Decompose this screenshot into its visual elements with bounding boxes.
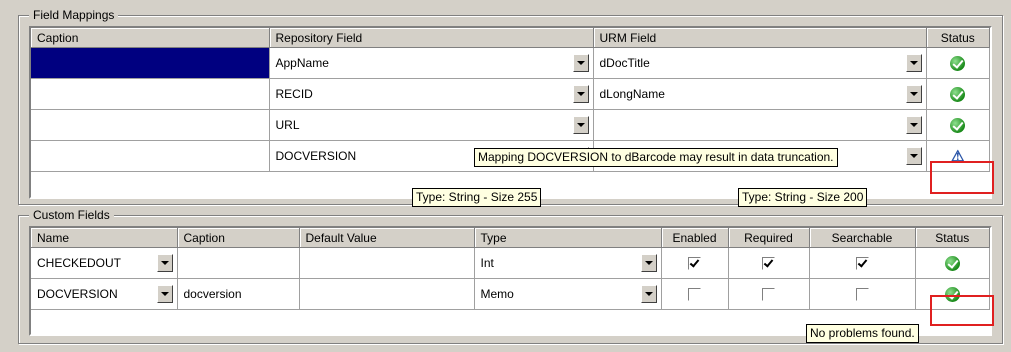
custom-fields-header: Name Caption Default Value Type Enabled … bbox=[31, 228, 990, 248]
name-cell[interactable]: CHECKEDOUT bbox=[31, 247, 178, 279]
type-cell[interactable]: Int bbox=[474, 247, 662, 279]
urm-field-value: dLongName bbox=[599, 87, 665, 101]
ok-icon bbox=[950, 55, 966, 71]
required-checkbox[interactable] bbox=[762, 257, 775, 271]
dropdown-arrow-icon[interactable] bbox=[640, 254, 657, 272]
enabled-cell bbox=[661, 278, 729, 310]
field-mappings-header: Caption Repository Field URM Field Statu… bbox=[31, 28, 990, 48]
status-cell bbox=[926, 78, 990, 110]
urm-field-cell[interactable]: dLongName bbox=[593, 78, 927, 110]
required-cell bbox=[728, 278, 810, 310]
enabled-cell bbox=[661, 247, 729, 279]
default-value-cell[interactable] bbox=[299, 247, 475, 279]
col-default-value[interactable]: Default Value bbox=[299, 228, 475, 248]
col-enabled[interactable]: Enabled bbox=[661, 228, 729, 248]
repository-field-value: AppName bbox=[275, 56, 329, 70]
dropdown-arrow-icon[interactable] bbox=[905, 116, 922, 134]
field-mappings-grid: Caption Repository Field URM Field Statu… bbox=[29, 26, 992, 199]
enabled-checkbox[interactable] bbox=[688, 257, 701, 271]
urm-field-cell[interactable]: dDocTitle bbox=[593, 47, 927, 79]
urm-type-tooltip: Type: String - Size 200 bbox=[738, 188, 868, 207]
dropdown-arrow-icon[interactable] bbox=[156, 254, 173, 272]
searchable-checkbox[interactable] bbox=[855, 288, 869, 302]
repository-field-value: URL bbox=[275, 118, 300, 132]
col-caption[interactable]: Caption bbox=[31, 28, 270, 48]
col-status[interactable]: Status bbox=[926, 28, 990, 48]
type-cell[interactable]: Memo bbox=[474, 278, 662, 310]
col-status[interactable]: Status bbox=[915, 228, 990, 248]
urm-field-value: dDocTitle bbox=[599, 56, 650, 70]
dropdown-arrow-icon[interactable] bbox=[572, 116, 589, 134]
field-mappings-group: Field Mappings Caption Repository Field … bbox=[18, 8, 1003, 205]
urm-field-cell[interactable] bbox=[593, 109, 927, 141]
custom-fields-grid: Name Caption Default Value Type Enabled … bbox=[29, 226, 992, 336]
caption-cell[interactable] bbox=[31, 47, 270, 79]
dropdown-arrow-icon[interactable] bbox=[905, 54, 922, 72]
repository-field-cell[interactable]: URL bbox=[269, 109, 594, 141]
col-repository-field[interactable]: Repository Field bbox=[269, 28, 594, 48]
table-row[interactable]: CHECKEDOUT Int bbox=[31, 247, 990, 279]
repository-field-value: DOCVERSION bbox=[275, 149, 357, 163]
table-row[interactable]: DOCVERSION docversion Memo bbox=[31, 278, 990, 310]
name-value: DOCVERSION bbox=[37, 287, 118, 301]
dropdown-arrow-icon[interactable] bbox=[156, 285, 173, 303]
dropdown-arrow-icon[interactable] bbox=[640, 285, 657, 303]
ok-icon bbox=[950, 86, 966, 102]
table-row[interactable]: RECID dLongName bbox=[31, 78, 990, 110]
col-required[interactable]: Required bbox=[728, 228, 810, 248]
dropdown-arrow-icon[interactable] bbox=[905, 147, 922, 165]
table-row[interactable]: AppName dDocTitle bbox=[31, 47, 990, 79]
dropdown-arrow-icon[interactable] bbox=[572, 54, 589, 72]
table-row[interactable]: URL bbox=[31, 109, 990, 141]
name-value: CHECKEDOUT bbox=[37, 256, 122, 270]
caption-cell[interactable]: docversion bbox=[177, 278, 300, 310]
col-caption[interactable]: Caption bbox=[177, 228, 300, 248]
type-value: Memo bbox=[480, 287, 514, 301]
dropdown-arrow-icon[interactable] bbox=[572, 85, 589, 103]
repository-type-tooltip: Type: String - Size 255 bbox=[412, 188, 542, 207]
ok-icon bbox=[944, 255, 960, 271]
status-cell bbox=[926, 109, 990, 141]
col-urm-field[interactable]: URM Field bbox=[593, 28, 927, 48]
status-cell bbox=[915, 247, 990, 279]
required-cell bbox=[728, 247, 810, 279]
col-type[interactable]: Type bbox=[474, 228, 662, 248]
custom-fields-title: Custom Fields bbox=[29, 208, 114, 222]
searchable-cell bbox=[809, 247, 916, 279]
status-highlight bbox=[930, 295, 994, 326]
searchable-cell bbox=[809, 278, 916, 310]
caption-cell[interactable] bbox=[31, 78, 270, 110]
searchable-checkbox[interactable] bbox=[855, 257, 869, 271]
col-searchable[interactable]: Searchable bbox=[809, 228, 916, 248]
repository-field-cell[interactable]: RECID bbox=[269, 78, 594, 110]
repository-field-cell[interactable]: AppName bbox=[269, 47, 594, 79]
caption-cell[interactable] bbox=[177, 247, 300, 279]
col-name[interactable]: Name bbox=[31, 228, 178, 248]
truncation-tooltip: Mapping DOCVERSION to dBarcode may resul… bbox=[474, 148, 838, 167]
warning-highlight bbox=[930, 161, 994, 194]
dropdown-arrow-icon[interactable] bbox=[905, 85, 922, 103]
enabled-checkbox[interactable] bbox=[688, 288, 701, 302]
field-mappings-title: Field Mappings bbox=[29, 8, 119, 22]
caption-cell[interactable] bbox=[31, 109, 270, 141]
repository-field-value: RECID bbox=[275, 87, 313, 101]
default-value-cell[interactable] bbox=[299, 278, 475, 310]
ok-icon bbox=[950, 117, 966, 133]
no-problems-tooltip: No problems found. bbox=[806, 324, 919, 343]
type-value: Int bbox=[480, 256, 494, 270]
status-cell bbox=[926, 47, 990, 79]
caption-cell[interactable] bbox=[31, 140, 270, 172]
required-checkbox[interactable] bbox=[762, 288, 775, 302]
name-cell[interactable]: DOCVERSION bbox=[31, 278, 178, 310]
